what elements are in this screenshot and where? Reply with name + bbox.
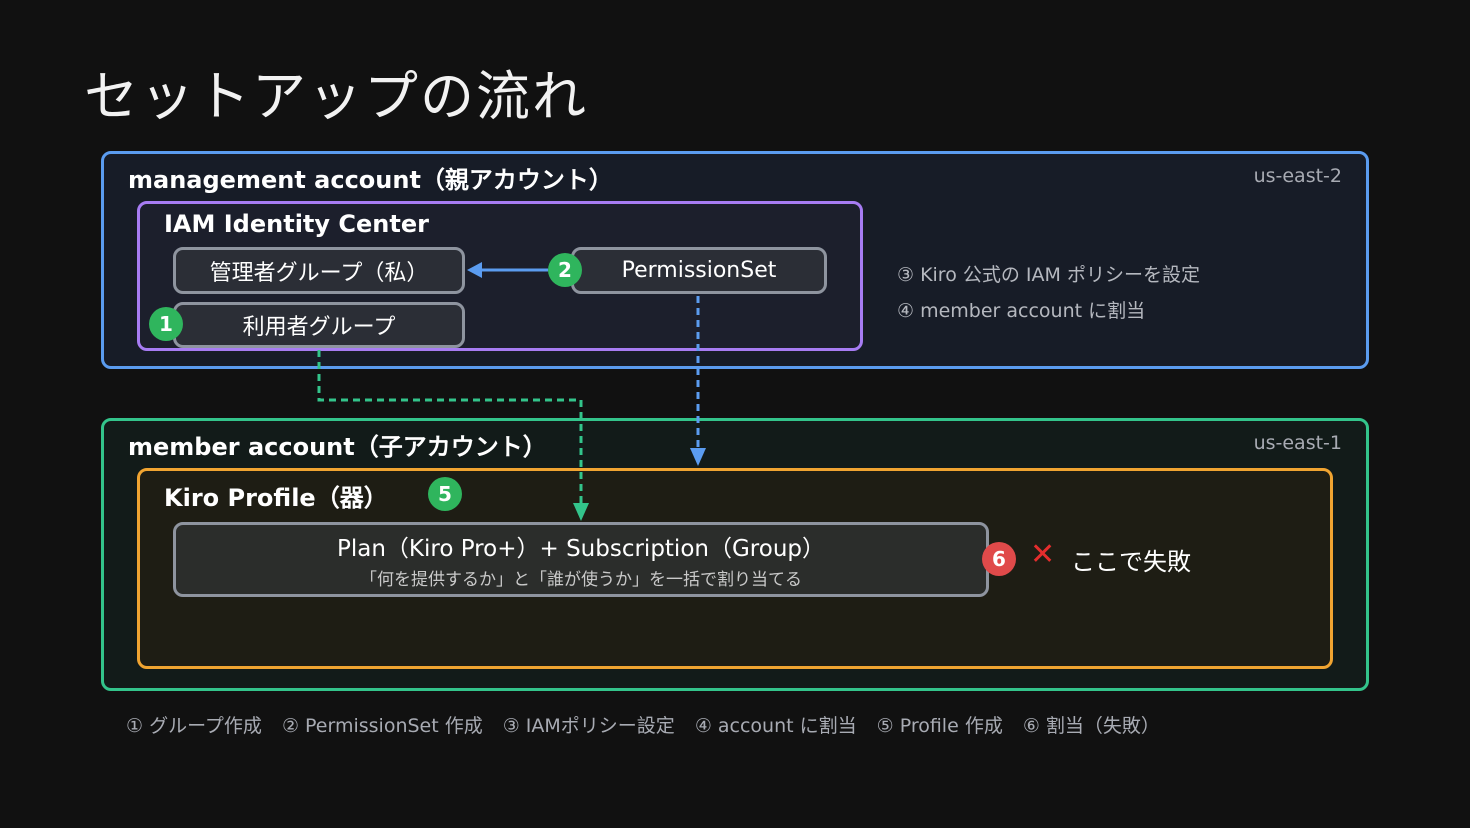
step-5-badge: 5 <box>428 477 462 511</box>
legend-item: ③ IAMポリシー設定 <box>502 715 675 737</box>
legend-item: ④ account に割当 <box>694 715 857 737</box>
legend-item: ① グループ作成 <box>126 715 262 737</box>
permission-to-admin-arrowhead <box>467 262 482 278</box>
connector-lines <box>317 262 706 521</box>
permission-to-member-arrowhead <box>690 448 706 466</box>
legend-item: ② PermissionSet 作成 <box>281 715 483 737</box>
usergroup-to-plan-arrowhead <box>573 503 589 521</box>
step-2-badge: 2 <box>548 253 582 287</box>
step-6-badge: 6 <box>982 542 1016 576</box>
legend-item: ⑥ 割当（失敗） <box>1022 715 1160 737</box>
step-1-badge: 1 <box>149 307 183 341</box>
steps-legend: ① グループ作成 ② PermissionSet 作成 ③ IAMポリシー設定 … <box>126 711 1160 738</box>
legend-item: ⑤ Profile 作成 <box>876 715 1003 737</box>
